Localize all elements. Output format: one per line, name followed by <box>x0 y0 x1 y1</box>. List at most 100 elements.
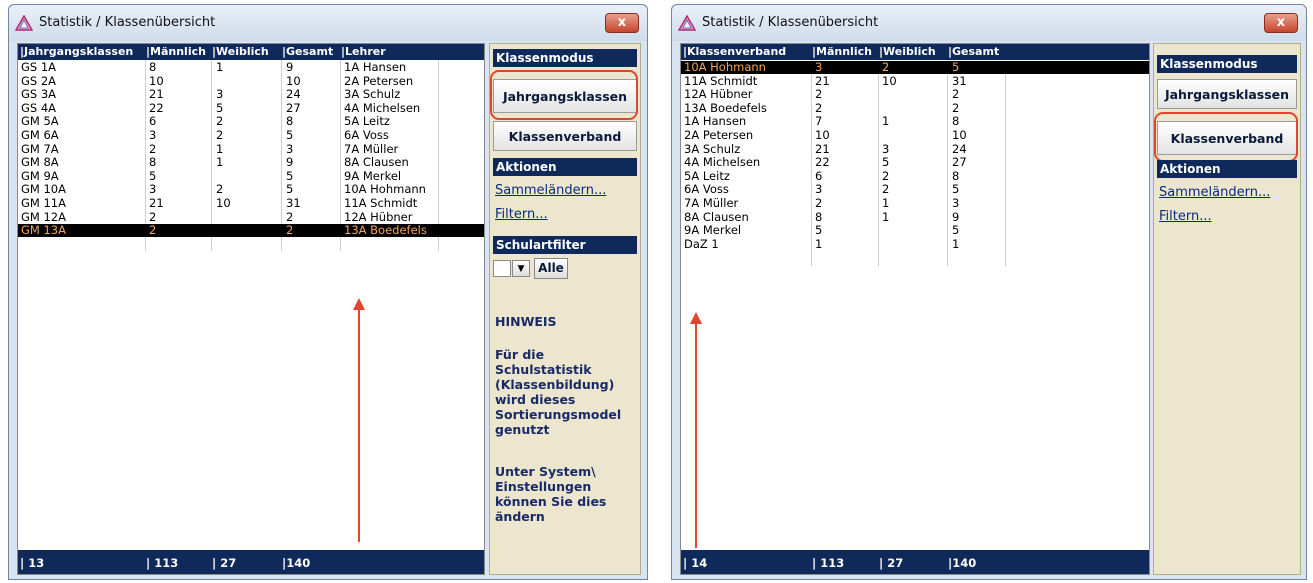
right-window: Statistik / Klassenübersicht x |Klassenv… <box>671 4 1307 580</box>
column-header[interactable]: |Lehrer <box>341 45 386 58</box>
cell-female: 2 <box>882 182 890 197</box>
column-header[interactable]: |Weiblich <box>212 45 269 58</box>
cell-class: GM 13A <box>21 223 66 238</box>
cell-class: GM 8A <box>21 155 59 170</box>
cell-total: 5 <box>286 128 294 142</box>
cell-female: 10 <box>882 73 897 88</box>
table-row[interactable]: GM 12A 2 2 12A Hübner <box>18 209 484 224</box>
title-bar: Statistik / Klassenübersicht x <box>9 5 647 41</box>
table-row[interactable]: GS 1A 8 1 9 1A Hansen <box>18 61 484 74</box>
chevron-down-icon[interactable]: ▼ <box>512 260 530 277</box>
table-row[interactable]: GM 13A 2 2 13A Boedefels <box>18 223 484 238</box>
column-header[interactable]: |Weiblich <box>879 45 936 58</box>
cell-female: 2 <box>882 168 890 183</box>
table-row[interactable]: 3A Schulz 21 3 24 <box>681 142 1149 156</box>
cell-class: 5A Leitz <box>684 168 730 183</box>
column-header[interactable]: |Gesamt <box>948 45 999 58</box>
cell-male: 5 <box>815 223 823 238</box>
cell-total: 2 <box>952 87 960 102</box>
side-panel: Klassenmodus Jahrgangsklassen Klassenver… <box>1153 43 1301 575</box>
title-bar: Statistik / Klassenübersicht x <box>672 5 1306 41</box>
section-klassenmodus: Klassenmodus <box>493 49 637 67</box>
annotation-arrowhead <box>690 312 702 324</box>
column-header[interactable]: |Männlich <box>812 45 872 58</box>
cell-class: 1A Hansen <box>684 114 747 129</box>
cell-total: 8 <box>286 114 294 129</box>
table-row[interactable]: 5A Leitz 6 2 8 <box>681 168 1149 183</box>
cell-teacher: 12A Hübner <box>344 209 413 224</box>
klassenverband-button[interactable]: Klassenverband <box>493 121 637 151</box>
table-row[interactable]: GS 2A 10 10 2A Petersen <box>18 74 484 88</box>
table-row[interactable]: 4A Michelsen 22 5 27 <box>681 156 1149 169</box>
cell-class: 11A Schmidt <box>684 73 758 88</box>
table-row[interactable]: GS 3A 21 3 24 3A Schulz <box>18 88 484 101</box>
table-row[interactable]: 9A Merkel 5 5 <box>681 224 1149 237</box>
table-row[interactable]: 12A Hübner 2 2 <box>681 88 1149 101</box>
cell-total: 27 <box>952 155 967 170</box>
cell-teacher: 5A Leitz <box>344 114 390 129</box>
cell-class: 7A Müller <box>684 196 739 210</box>
cell-female: 5 <box>882 155 890 170</box>
cell-total: 1 <box>952 236 960 251</box>
close-button[interactable]: x <box>605 13 639 33</box>
column-header[interactable]: |Männlich <box>146 45 206 58</box>
table-row[interactable]: GM 8A 8 1 9 8A Clausen <box>18 156 484 169</box>
cell-class: GM 11A <box>21 196 66 210</box>
sammelaendern-link[interactable]: Sammeländern... <box>1159 185 1270 200</box>
warning-triangle-icon <box>15 15 33 31</box>
cell-class: GM 6A <box>21 128 59 142</box>
cell-female: 1 <box>882 114 890 129</box>
close-icon: x <box>1276 15 1286 30</box>
table-row[interactable]: 1A Hansen 7 1 8 <box>681 115 1149 128</box>
cell-class: 8A Clausen <box>684 209 749 224</box>
table-row[interactable]: GM 9A 5 5 9A Merkel <box>18 169 484 183</box>
table-row[interactable]: 7A Müller 2 1 3 <box>681 197 1149 210</box>
table-row[interactable]: DaZ 1 1 1 <box>681 236 1149 251</box>
table-row[interactable]: GS 4A 22 5 27 4A Michelsen <box>18 100 484 115</box>
column-header[interactable]: |Klassenverband <box>683 45 786 58</box>
table-row[interactable]: GM 11A 21 10 31 11A Schmidt <box>18 197 484 210</box>
footer-count: | 13 <box>20 556 45 570</box>
cell-female: 3 <box>216 87 224 102</box>
alle-button[interactable]: Alle <box>534 258 568 279</box>
table-row[interactable]: GM 7A 2 1 3 7A Müller <box>18 141 484 156</box>
table-row[interactable]: GM 10A 3 2 5 10A Hohmann <box>18 183 484 196</box>
cell-total: 2 <box>286 223 294 238</box>
filtern-link[interactable]: Filtern... <box>1159 209 1212 224</box>
table-row[interactable]: GM 6A 3 2 5 6A Voss <box>18 129 484 142</box>
cell-male: 7 <box>815 114 823 129</box>
close-button[interactable]: x <box>1264 13 1298 33</box>
footer-total: |140 <box>948 556 977 570</box>
close-icon: x <box>617 15 627 30</box>
table-row[interactable]: 10A Hohmann 3 2 5 <box>681 61 1149 74</box>
cell-female: 2 <box>216 114 224 129</box>
jahrgangsklassen-button[interactable]: Jahrgangsklassen <box>1157 79 1297 109</box>
sammelaendern-link[interactable]: Sammeländern... <box>495 183 606 198</box>
cell-male: 2 <box>149 141 157 156</box>
cell-male: 3 <box>815 60 823 74</box>
table-row[interactable]: 11A Schmidt 21 10 31 <box>681 73 1149 88</box>
cell-total: 27 <box>286 100 301 115</box>
cell-total: 2 <box>286 209 294 224</box>
cell-female: 1 <box>216 60 224 74</box>
filtern-link[interactable]: Filtern... <box>495 207 548 222</box>
cell-male: 21 <box>149 196 164 210</box>
column-header[interactable]: |Jahrgangsklassen <box>20 45 133 58</box>
class-list: |Jahrgangsklassen |Männlich |Weiblich |G… <box>17 43 485 575</box>
column-header[interactable]: |Gesamt <box>282 45 333 58</box>
table-row[interactable]: 6A Voss 3 2 5 <box>681 183 1149 196</box>
cell-class: 6A Voss <box>684 182 729 197</box>
table-row[interactable]: 13A Boedefels 2 2 <box>681 100 1149 115</box>
footer-female: | 27 <box>212 556 237 570</box>
schulartfilter-select[interactable] <box>493 260 511 277</box>
cell-female: 2 <box>216 182 224 197</box>
hinweis-title: HINWEIS <box>495 314 557 329</box>
annotation-arrow <box>358 308 360 542</box>
table-row[interactable]: 2A Petersen 10 10 <box>681 129 1149 142</box>
list-header: |Jahrgangsklassen |Männlich |Weiblich |G… <box>18 44 484 60</box>
cell-teacher: 7A Müller <box>344 141 399 156</box>
cell-total: 2 <box>952 100 960 115</box>
table-row[interactable]: GM 5A 6 2 8 5A Leitz <box>18 115 484 128</box>
cell-class: 9A Merkel <box>684 223 742 238</box>
table-row[interactable]: 8A Clausen 8 1 9 <box>681 209 1149 224</box>
